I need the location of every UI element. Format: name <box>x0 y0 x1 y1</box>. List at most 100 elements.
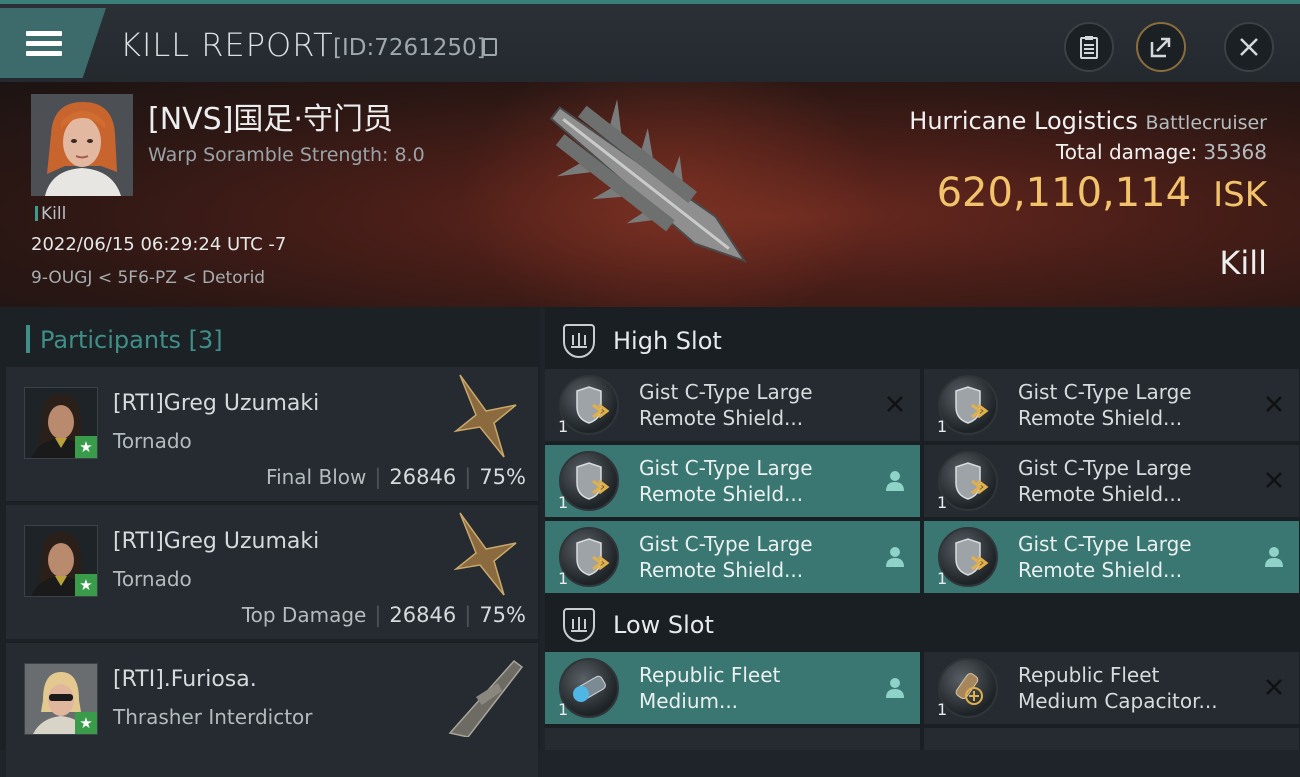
destroyed-icon <box>887 396 903 412</box>
ship-class-label: Battlecruiser <box>1145 112 1267 134</box>
copy-icon[interactable] <box>483 38 497 56</box>
total-damage: Total damage: 35368 <box>1056 140 1267 164</box>
participants-title: Participants <box>40 326 181 354</box>
module-name: Gist C-Type Large Remote Shield... <box>1018 456 1192 506</box>
participant-row[interactable]: ★ [RTI].Furiosa. Thrasher Interdictor <box>6 643 538 777</box>
low-slot-header: Low Slot <box>545 595 1300 655</box>
module-item[interactable]: 1 Gist C-Type Large Remote Shield... <box>545 445 920 517</box>
module-item[interactable] <box>545 728 920 750</box>
total-damage-value: 35368 <box>1203 140 1267 164</box>
high-slot-label: High Slot <box>613 327 722 355</box>
module-item[interactable]: 1 Republic Fleet Medium Capacitor... <box>924 652 1299 724</box>
module-item[interactable]: 1 Gist C-Type Large Remote Shield... <box>924 445 1299 517</box>
ship-name-label: Hurricane Logistics <box>909 107 1138 135</box>
person-icon <box>886 547 904 567</box>
victim-banner: [NVS]国足·守门员 Warp Soramble Strength: 8.0 … <box>0 82 1300 307</box>
participant-ship: Tornado <box>113 567 192 591</box>
fitting-panel: High Slot 1 Gist C-Type Large Remote Shie… <box>545 307 1300 750</box>
destroyed-icon <box>1266 679 1282 695</box>
module-quantity: 1 <box>558 493 569 512</box>
kill-tag-label: Kill <box>41 204 67 224</box>
participant-ship-image <box>453 512 517 596</box>
participant-ship-image <box>448 659 524 737</box>
participant-stats: Top Damage | 26846 | 75% <box>241 603 526 627</box>
final-blow-label: Final Blow <box>266 465 367 489</box>
module-quantity: 1 <box>558 417 569 436</box>
module-item[interactable] <box>924 728 1299 750</box>
clipboard-button[interactable] <box>1064 22 1114 72</box>
participant-damage: 26846 <box>389 465 457 489</box>
victim-name[interactable]: [NVS]国足·守门员 <box>148 94 393 138</box>
module-quantity: 1 <box>937 700 948 719</box>
module-item[interactable]: 1 Gist C-Type Large Remote Shield... <box>924 369 1299 441</box>
isk-amount: 620,110,114 <box>936 170 1192 216</box>
kill-report-header: KILL REPORT [ID:7261250] <box>0 0 1300 82</box>
share-icon <box>1150 37 1171 58</box>
hamburger-icon <box>26 26 62 61</box>
participant-avatar: ★ <box>24 663 98 735</box>
module-quantity: 1 <box>558 700 569 719</box>
module-quantity: 1 <box>937 493 948 512</box>
participant-name: [RTI]Greg Uzumaki <box>113 529 320 554</box>
low-slot-icon <box>563 608 595 642</box>
participant-name: [RTI].Furiosa. <box>113 667 257 692</box>
warp-scramble-strength: Warp Soramble Strength: 8.0 <box>148 144 425 166</box>
participant-ship: Thrasher Interdictor <box>113 705 313 729</box>
module-quantity: 1 <box>937 569 948 588</box>
kill-result: Kill <box>1219 244 1267 282</box>
module-item[interactable]: 1 Republic Fleet Medium... <box>545 652 920 724</box>
participant-avatar: ★ <box>24 525 98 597</box>
isk-value: 620,110,114 ISK <box>937 170 1267 216</box>
kill-datetime: 2022/06/15 06:29:24 UTC -7 <box>31 234 287 255</box>
person-icon <box>886 471 904 491</box>
module-item[interactable]: 1 Gist C-Type Large Remote Shield... <box>924 521 1299 593</box>
victim-avatar[interactable] <box>31 94 133 196</box>
portrait-image <box>31 94 133 196</box>
kill-location[interactable]: 9-OUGJ < 5F6-PZ < Detorid <box>31 268 265 288</box>
destroyed-icon <box>1266 472 1282 488</box>
low-slot-label: Low Slot <box>613 611 714 639</box>
participant-ship: Tornado <box>113 429 192 453</box>
module-name: Gist C-Type Large Remote Shield... <box>1018 380 1192 430</box>
participant-percent: 75% <box>479 603 526 627</box>
person-icon <box>1265 547 1283 567</box>
participant-avatar: ★ <box>24 387 98 459</box>
module-name: Gist C-Type Large Remote Shield... <box>1018 532 1192 582</box>
isk-unit: ISK <box>1213 175 1267 215</box>
participant-row[interactable]: ★ [RTI]Greg Uzumaki Tornado Top Damage | 2… <box>6 505 538 639</box>
high-slot-icon <box>563 324 595 358</box>
high-slot-header: High Slot <box>545 311 1300 371</box>
module-name: Republic Fleet Medium... <box>639 663 781 713</box>
participant-damage: 26846 <box>389 603 457 627</box>
star-icon: ★ <box>75 712 97 734</box>
participant-percent: 75% <box>479 465 526 489</box>
module-name: Gist C-Type Large Remote Shield... <box>639 456 813 506</box>
page-title: KILL REPORT <box>120 26 334 64</box>
share-button[interactable] <box>1136 22 1186 72</box>
participants-count: [3] <box>188 326 223 354</box>
victim-ship-image <box>549 99 748 263</box>
participant-stats: Final Blow | 26846 | 75% <box>266 465 526 489</box>
kill-tag: Kill <box>35 204 66 224</box>
module-name: Gist C-Type Large Remote Shield... <box>639 532 813 582</box>
victim-ship-name[interactable]: Hurricane Logistics Battlecruiser <box>909 107 1267 135</box>
participant-ship-image <box>453 374 517 458</box>
participants-header: Participants [3] <box>26 325 223 354</box>
module-quantity: 1 <box>558 569 569 588</box>
module-name: Gist C-Type Large Remote Shield... <box>639 380 813 430</box>
module-item[interactable]: 1 Gist C-Type Large Remote Shield... <box>545 369 920 441</box>
close-button[interactable] <box>1224 22 1274 72</box>
top-damage-label: Top Damage <box>241 603 367 627</box>
star-icon: ★ <box>75 574 97 596</box>
clipboard-icon <box>1080 36 1098 59</box>
participant-row[interactable]: ★ [RTI]Greg Uzumaki Tornado Final Blow | 2… <box>6 367 538 501</box>
report-id: [ID:7261250] <box>333 35 486 61</box>
participant-name: [RTI]Greg Uzumaki <box>113 391 320 416</box>
person-icon <box>886 678 904 698</box>
total-damage-label: Total damage: <box>1055 140 1198 164</box>
module-item[interactable]: 1 Gist C-Type Large Remote Shield... <box>545 521 920 593</box>
participants-panel: Participants [3] ★ [RTI]Greg Uzumaki Tor… <box>0 307 540 777</box>
menu-button[interactable] <box>0 8 106 78</box>
close-icon <box>1240 38 1258 56</box>
star-icon: ★ <box>75 436 97 458</box>
